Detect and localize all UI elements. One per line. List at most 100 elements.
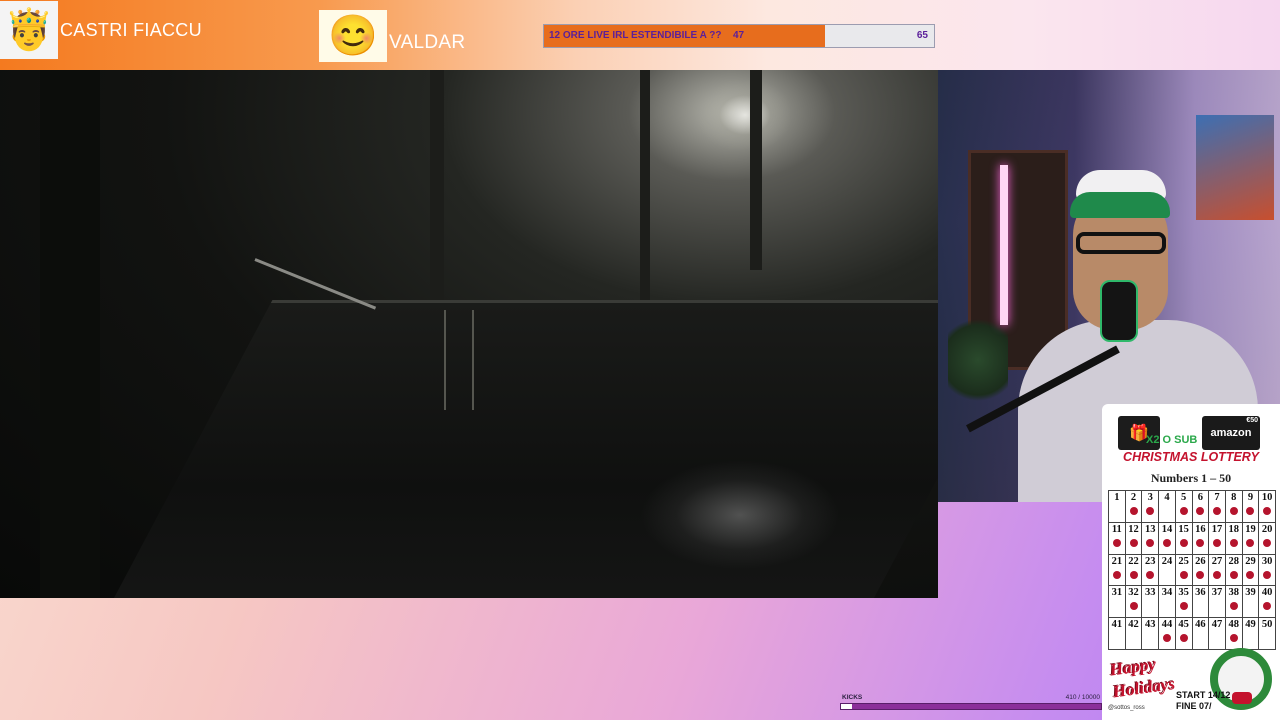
kicks-fill bbox=[841, 704, 852, 709]
lottery-number: 16 bbox=[1195, 523, 1206, 535]
lottery-cell: 24 bbox=[1159, 554, 1176, 587]
amazon-amount: €50 bbox=[1246, 417, 1258, 424]
vote-value-a: 47 bbox=[733, 30, 745, 41]
king-emoji-trophy-icon: 😊 bbox=[319, 10, 387, 62]
vote-value-b: 65 bbox=[916, 30, 928, 41]
lottery-range: Numbers 1 – 50 bbox=[1150, 471, 1232, 485]
marked-dot-icon bbox=[1146, 507, 1155, 515]
lottery-number: 18 bbox=[1228, 523, 1239, 535]
lottery-cell: 10 bbox=[1259, 491, 1276, 523]
lottery-number: 27 bbox=[1211, 555, 1223, 567]
lottery-cell: 15 bbox=[1175, 522, 1193, 555]
lottery-number: 25 bbox=[1178, 555, 1189, 567]
king-emoji-icon: 🤴 bbox=[0, 1, 58, 59]
lottery-cell: 5 bbox=[1175, 491, 1193, 523]
lottery-number: 40 bbox=[1261, 587, 1273, 599]
marked-dot-icon bbox=[1129, 507, 1138, 515]
marked-dot-icon bbox=[1179, 570, 1188, 579]
lottery-number: 41 bbox=[1111, 619, 1123, 631]
lottery-cell: 32 bbox=[1125, 586, 1143, 619]
bow-icon bbox=[1232, 692, 1252, 704]
lottery-number: 29 bbox=[1245, 555, 1256, 567]
lottery-cell: 49 bbox=[1242, 618, 1260, 650]
marked-dot-icon bbox=[1229, 570, 1238, 579]
player-1-name: CASTRI FIACCU bbox=[60, 19, 202, 40]
lottery-number: 36 bbox=[1195, 587, 1206, 599]
lottery-cell: 1 bbox=[1109, 491, 1126, 523]
marked-dot-icon bbox=[1179, 507, 1188, 515]
lottery-cell: 22 bbox=[1125, 554, 1143, 587]
lottery-number: 42 bbox=[1128, 619, 1139, 631]
lottery-cell: 4 bbox=[1159, 491, 1176, 523]
lottery-number: 21 bbox=[1111, 555, 1123, 567]
lottery-number: 12 bbox=[1128, 523, 1139, 535]
lottery-cell: 21 bbox=[1109, 554, 1126, 587]
marked-dot-icon bbox=[1162, 538, 1171, 547]
marked-dot-icon bbox=[1129, 538, 1138, 547]
lottery-cell: 19 bbox=[1242, 522, 1260, 555]
christmas-lottery-card: 🎁 amazon €50 X2 O SUB CHRISTMAS LOTTERY … bbox=[1102, 404, 1280, 720]
lottery-number: 34 bbox=[1161, 587, 1173, 599]
lottery-number: 28 bbox=[1228, 555, 1239, 567]
lottery-cell: 41 bbox=[1109, 618, 1126, 650]
marked-dot-icon bbox=[1213, 538, 1222, 547]
lottery-cell: 2 bbox=[1125, 491, 1143, 523]
lottery-number: 45 bbox=[1178, 619, 1189, 631]
lottery-cell: 18 bbox=[1225, 522, 1243, 555]
lottery-cell: 40 bbox=[1259, 586, 1276, 619]
lottery-cell: 50 bbox=[1259, 618, 1276, 650]
lottery-number: 14 bbox=[1161, 523, 1173, 535]
lottery-number: 1 bbox=[1114, 492, 1120, 503]
lottery-number: 7 bbox=[1214, 492, 1220, 503]
kicks-label: KICKS bbox=[842, 694, 863, 701]
lottery-number: 48 bbox=[1228, 619, 1239, 631]
lottery-cell: 35 bbox=[1175, 586, 1193, 619]
lottery-number: 2 bbox=[1130, 492, 1137, 503]
vote-question: 12 ORE LIVE IRL ESTENDIBILE A ?? bbox=[549, 30, 722, 41]
kicks-count: 410 / 10000 bbox=[1065, 694, 1100, 701]
marked-dot-icon bbox=[1112, 538, 1121, 547]
lottery-cell: 31 bbox=[1109, 586, 1126, 619]
moonlight bbox=[700, 80, 790, 150]
lottery-number: 30 bbox=[1261, 555, 1273, 567]
lottery-cell: 36 bbox=[1192, 586, 1210, 619]
top-bar: 🤴 CASTRI FIACCU 😊 VALDAR 12 ORE LIVE IRL… bbox=[0, 0, 1280, 70]
lottery-number: 43 bbox=[1144, 619, 1156, 631]
lottery-cell: 13 bbox=[1142, 522, 1160, 555]
lottery-cell: 37 bbox=[1209, 586, 1226, 619]
marked-dot-icon bbox=[1146, 570, 1155, 579]
christmas-tree bbox=[948, 310, 1008, 410]
lottery-number: 19 bbox=[1245, 523, 1256, 535]
lottery-cell: 33 bbox=[1142, 586, 1160, 619]
player-2: 😊 VALDAR bbox=[319, 6, 465, 66]
lottery-title: CHRISTMAS LOTTERY bbox=[1123, 450, 1259, 464]
marked-dot-icon bbox=[1196, 538, 1205, 547]
game-capture bbox=[0, 70, 938, 598]
lottery-cell: 14 bbox=[1159, 522, 1176, 555]
bandana bbox=[1070, 192, 1170, 218]
lottery-number: 26 bbox=[1195, 555, 1206, 567]
marked-dot-icon bbox=[1263, 602, 1272, 611]
lottery-number: 49 bbox=[1245, 619, 1256, 631]
lottery-cell: 8 bbox=[1225, 491, 1243, 523]
lottery-cell: 30 bbox=[1259, 554, 1276, 587]
player-2-name: VALDAR bbox=[389, 32, 466, 53]
marked-dot-icon bbox=[1146, 538, 1155, 547]
start-date: START 14/12 bbox=[1176, 690, 1231, 700]
marked-dot-icon bbox=[1246, 538, 1255, 547]
lottery-cell: 42 bbox=[1125, 618, 1143, 650]
lottery-cell: 28 bbox=[1225, 554, 1243, 587]
lottery-cell: 43 bbox=[1142, 618, 1160, 650]
lottery-cell: 3 bbox=[1142, 491, 1160, 523]
handle-text: @sottos_ross bbox=[1108, 705, 1145, 711]
lottery-number: 20 bbox=[1261, 523, 1273, 535]
player-1: 🤴 CASTRI FIACCU bbox=[0, 0, 202, 60]
microphone-icon bbox=[1100, 280, 1138, 342]
lottery-number: 4 bbox=[1164, 492, 1170, 503]
marked-dot-icon bbox=[1213, 570, 1222, 579]
lottery-number: 39 bbox=[1245, 587, 1256, 599]
lottery-cell: 27 bbox=[1209, 554, 1226, 587]
lottery-number: 35 bbox=[1178, 587, 1189, 599]
lottery-cell: 26 bbox=[1192, 554, 1210, 587]
lottery-cell: 47 bbox=[1209, 618, 1226, 650]
